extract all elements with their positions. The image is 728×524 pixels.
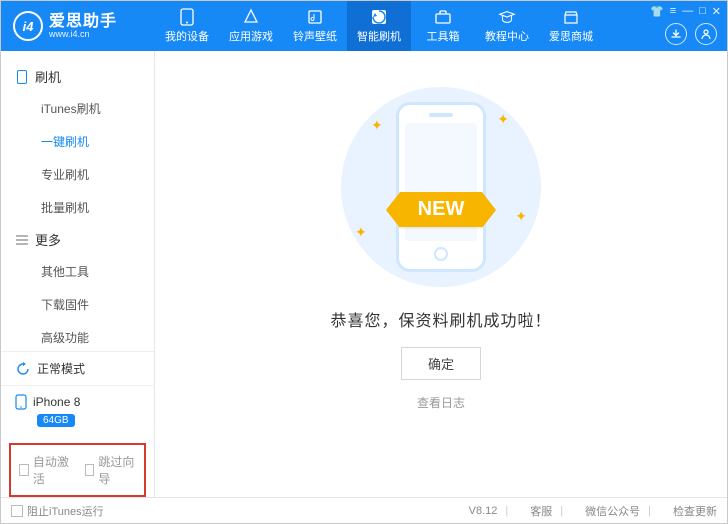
- store-icon: [562, 8, 580, 26]
- sidebar-group-more[interactable]: 更多: [1, 224, 154, 255]
- footer: 阻止iTunes运行 V8.12 | 客服 | 微信公众号 | 检查更新: [1, 497, 727, 523]
- result-text: 恭喜您，保资料刷机成功啦！: [330, 307, 551, 331]
- sparkle-icon: ✦: [497, 111, 509, 128]
- nav-tutorials[interactable]: 教程中心: [475, 1, 539, 51]
- window-controls: 👕 ≡ — □ ✕: [650, 5, 721, 18]
- device-name: iPhone 8: [33, 395, 80, 409]
- phone-speaker: [429, 113, 453, 117]
- logo-text: 爱思助手 www.i4.cn: [49, 14, 117, 39]
- app-window: i4 爱思助手 www.i4.cn 我的设备 应用游戏 铃声壁纸 智能刷机: [0, 0, 728, 524]
- sidebar-scroll: 刷机 iTunes刷机 一键刷机 专业刷机 批量刷机 更多 其他工具 下载固件 …: [1, 51, 154, 351]
- app-subtitle: www.i4.cn: [49, 30, 117, 39]
- maximize-icon[interactable]: □: [699, 5, 706, 18]
- close-icon[interactable]: ✕: [712, 5, 721, 18]
- nav-toolbox[interactable]: 工具箱: [411, 1, 475, 51]
- header-right: [665, 23, 717, 45]
- footer-link-wechat[interactable]: 微信公众号: [585, 503, 640, 519]
- phone-illustration: [396, 102, 486, 272]
- phone-icon: [178, 8, 196, 26]
- nav-store[interactable]: 爱思商城: [539, 1, 603, 51]
- result-illustration: ✦ ✦ ✦ ✦ NEW: [331, 87, 551, 287]
- sidebar-item-advanced[interactable]: 高级功能: [1, 321, 154, 351]
- check-label: 自动激活: [33, 453, 71, 487]
- sidebar-item-batch-flash[interactable]: 批量刷机: [1, 191, 154, 224]
- group-title: 刷机: [35, 67, 61, 86]
- sparkle-icon: ✦: [355, 224, 367, 241]
- logo-mark: i4: [13, 11, 43, 41]
- mode-row[interactable]: 正常模式: [1, 352, 154, 386]
- toolbox-icon: [434, 8, 452, 26]
- menu-icon: [15, 233, 29, 247]
- mode-label: 正常模式: [37, 360, 85, 377]
- nav-label: 爱思商城: [549, 28, 593, 44]
- check-block-itunes[interactable]: 阻止iTunes运行: [11, 503, 104, 519]
- sidebar-bottom: 正常模式 iPhone 8 64GB: [1, 351, 154, 437]
- phone-home: [434, 247, 448, 261]
- tutorials-icon: [498, 8, 516, 26]
- sidebar-item-download-firmware[interactable]: 下载固件: [1, 288, 154, 321]
- nav-label: 教程中心: [485, 28, 529, 44]
- phone-small-icon: [15, 70, 29, 84]
- check-skip-guide[interactable]: 跳过向导: [85, 453, 137, 487]
- main-content: ✦ ✦ ✦ ✦ NEW 恭喜您，保资料刷机成功啦！ 确定 查看日志: [155, 51, 727, 497]
- header: i4 爱思助手 www.i4.cn 我的设备 应用游戏 铃声壁纸 智能刷机: [1, 1, 727, 51]
- sidebar-group-flash[interactable]: 刷机: [1, 61, 154, 92]
- device-row[interactable]: iPhone 8 64GB: [1, 386, 154, 437]
- settings-icon[interactable]: ≡: [670, 5, 676, 18]
- sidebar-item-other-tools[interactable]: 其他工具: [1, 255, 154, 288]
- body: 刷机 iTunes刷机 一键刷机 专业刷机 批量刷机 更多 其他工具 下载固件 …: [1, 51, 727, 497]
- music-icon: [306, 8, 324, 26]
- group-title: 更多: [35, 230, 61, 249]
- app-title: 爱思助手: [49, 14, 117, 30]
- apps-icon: [242, 8, 260, 26]
- view-log-link[interactable]: 查看日志: [417, 394, 465, 411]
- ok-button[interactable]: 确定: [401, 347, 481, 380]
- minimize-icon[interactable]: —: [682, 5, 693, 18]
- nav-label: 铃声壁纸: [293, 28, 337, 44]
- sparkle-icon: ✦: [515, 208, 527, 225]
- nav-apps[interactable]: 应用游戏: [219, 1, 283, 51]
- new-ribbon: NEW: [400, 192, 483, 227]
- logo[interactable]: i4 爱思助手 www.i4.cn: [1, 11, 155, 41]
- nav-label: 智能刷机: [357, 28, 401, 44]
- skin-icon[interactable]: 👕: [650, 5, 664, 18]
- refresh-icon: [15, 361, 31, 377]
- sidebar-checks-highlight: 自动激活 跳过向导: [9, 443, 146, 497]
- nav-my-device[interactable]: 我的设备: [155, 1, 219, 51]
- nav-label: 我的设备: [165, 28, 209, 44]
- download-icon[interactable]: [665, 23, 687, 45]
- flash-icon: [370, 8, 388, 26]
- footer-link-update[interactable]: 检查更新: [673, 503, 717, 519]
- sparkle-icon: ✦: [371, 117, 383, 134]
- version-label: V8.12: [469, 505, 498, 517]
- user-icon[interactable]: [695, 23, 717, 45]
- sidebar: 刷机 iTunes刷机 一键刷机 专业刷机 批量刷机 更多 其他工具 下载固件 …: [1, 51, 155, 497]
- check-auto-activate[interactable]: 自动激活: [19, 453, 71, 487]
- checkbox-icon: [11, 505, 23, 517]
- footer-link-support[interactable]: 客服: [530, 503, 552, 519]
- checkbox-icon: [19, 464, 29, 476]
- nav-label: 应用游戏: [229, 28, 273, 44]
- sidebar-item-itunes-flash[interactable]: iTunes刷机: [1, 92, 154, 125]
- nav-label: 工具箱: [427, 28, 460, 44]
- sidebar-item-pro-flash[interactable]: 专业刷机: [1, 158, 154, 191]
- storage-badge: 64GB: [37, 414, 75, 427]
- check-label: 跳过向导: [98, 453, 136, 487]
- checkbox-icon: [85, 464, 95, 476]
- device-icon: [15, 394, 27, 410]
- nav-ringtones[interactable]: 铃声壁纸: [283, 1, 347, 51]
- sidebar-item-oneclick-flash[interactable]: 一键刷机: [1, 125, 154, 158]
- check-label: 阻止iTunes运行: [27, 503, 104, 519]
- nav-flash[interactable]: 智能刷机: [347, 1, 411, 51]
- top-nav: 我的设备 应用游戏 铃声壁纸 智能刷机 工具箱 教程中心: [155, 1, 603, 51]
